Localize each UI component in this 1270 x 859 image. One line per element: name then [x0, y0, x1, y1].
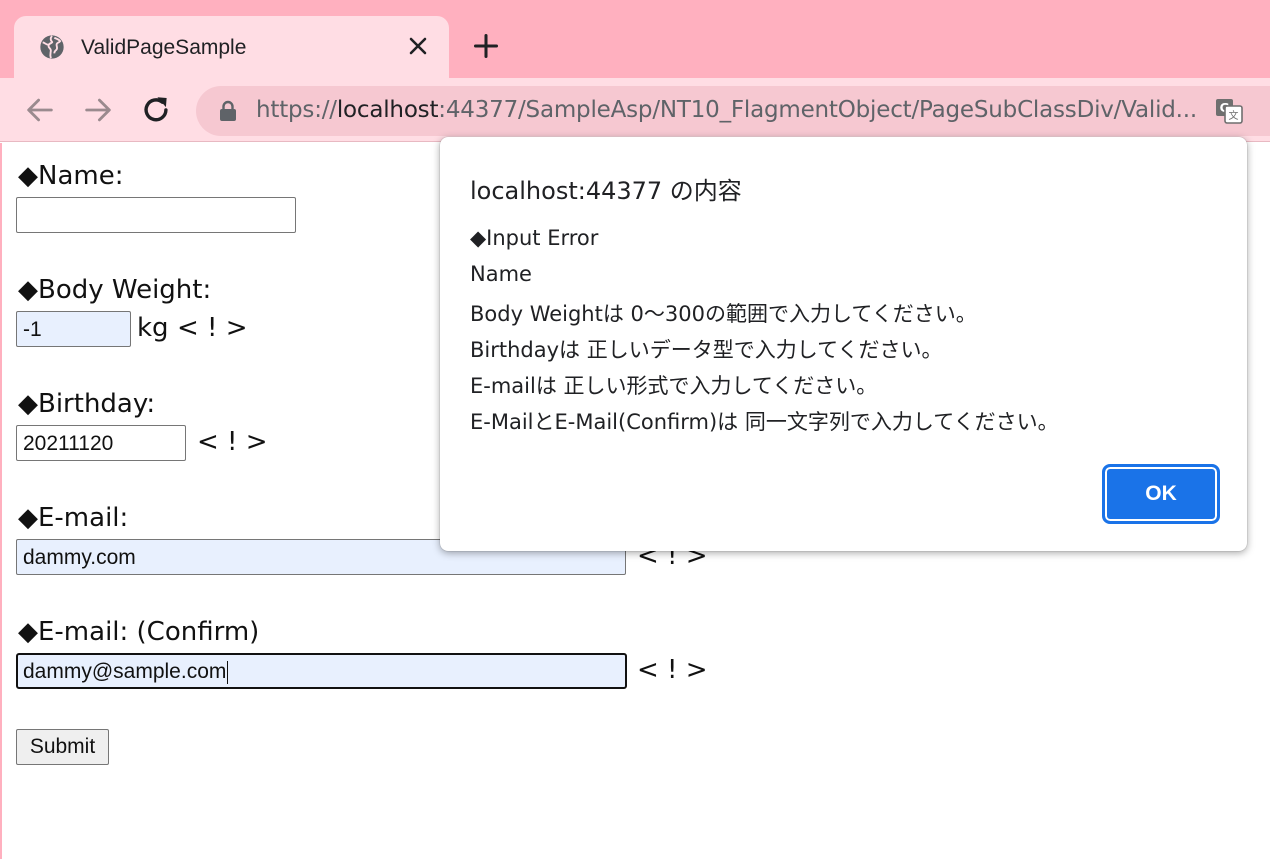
email-label: ◆E-mail: [18, 503, 129, 533]
submit-button[interactable]: Submit [16, 729, 109, 765]
dialog-message-line: E-MailとE-Mail(Confirm)は 同一文字列で入力してください。 [470, 410, 1059, 434]
reload-icon[interactable] [139, 93, 173, 127]
tab-strip: ValidPageSample [0, 0, 1270, 78]
tab-title: ValidPageSample [81, 36, 247, 59]
email-confirm-error-mark: < ! > [637, 655, 708, 685]
dialog-message-line: Body Weightは 0〜300の範囲で入力してください。 [470, 302, 977, 326]
email-confirm-value: dammy@sample.com [23, 660, 227, 683]
birthday-error-mark: < ! > [197, 427, 268, 457]
email-confirm-label: ◆E-mail: (Confirm) [18, 617, 260, 647]
name-input[interactable] [16, 197, 296, 233]
name-label: ◆Name: [18, 161, 124, 191]
browser-tab[interactable]: ValidPageSample [14, 16, 449, 78]
dialog-message-line: Name [470, 262, 532, 286]
body-weight-label: ◆Body Weight: [18, 275, 212, 305]
alert-dialog: localhost:44377 の内容 ◆Input Error Name Bo… [440, 137, 1247, 551]
address-bar[interactable]: https://localhost:44377/SampleAsp/NT10_F… [196, 86, 1270, 136]
plus-icon[interactable] [472, 32, 500, 60]
globe-icon [40, 35, 64, 59]
url-scheme: https:// [256, 97, 337, 123]
url-path: :44377/SampleAsp/NT10_FlagmentObject/Pag… [438, 97, 1197, 123]
body-weight-input[interactable]: -1 [16, 311, 131, 347]
dialog-message-line: ◆Input Error [470, 226, 599, 250]
dialog-message-line: Birthdayは 正しいデータ型で入力してください。 [470, 338, 943, 362]
url-text: https://localhost:44377/SampleAsp/NT10_F… [256, 97, 1197, 123]
lock-icon[interactable] [218, 100, 238, 122]
forward-arrow-icon[interactable] [81, 93, 115, 127]
text-caret [227, 660, 229, 684]
birthday-input[interactable]: 20211120 [16, 425, 186, 461]
email-confirm-input[interactable]: dammy@sample.com [16, 653, 627, 689]
dialog-message-line: E-mailは 正しい形式で入力してください。 [470, 374, 878, 398]
close-icon[interactable] [406, 34, 430, 58]
body-weight-error-mark: < ! > [177, 313, 248, 343]
svg-text:文: 文 [1229, 109, 1239, 122]
body-weight-unit: kg [137, 313, 169, 343]
url-host: localhost [336, 97, 439, 123]
dialog-title: localhost:44377 の内容 [470, 177, 742, 205]
ok-button[interactable]: OK [1102, 464, 1220, 524]
birthday-label: ◆Birthday: [18, 389, 156, 419]
translate-icon[interactable]: G 文 [1214, 96, 1244, 126]
browser-toolbar: https://localhost:44377/SampleAsp/NT10_F… [0, 78, 1270, 142]
back-arrow-icon[interactable] [23, 93, 57, 127]
